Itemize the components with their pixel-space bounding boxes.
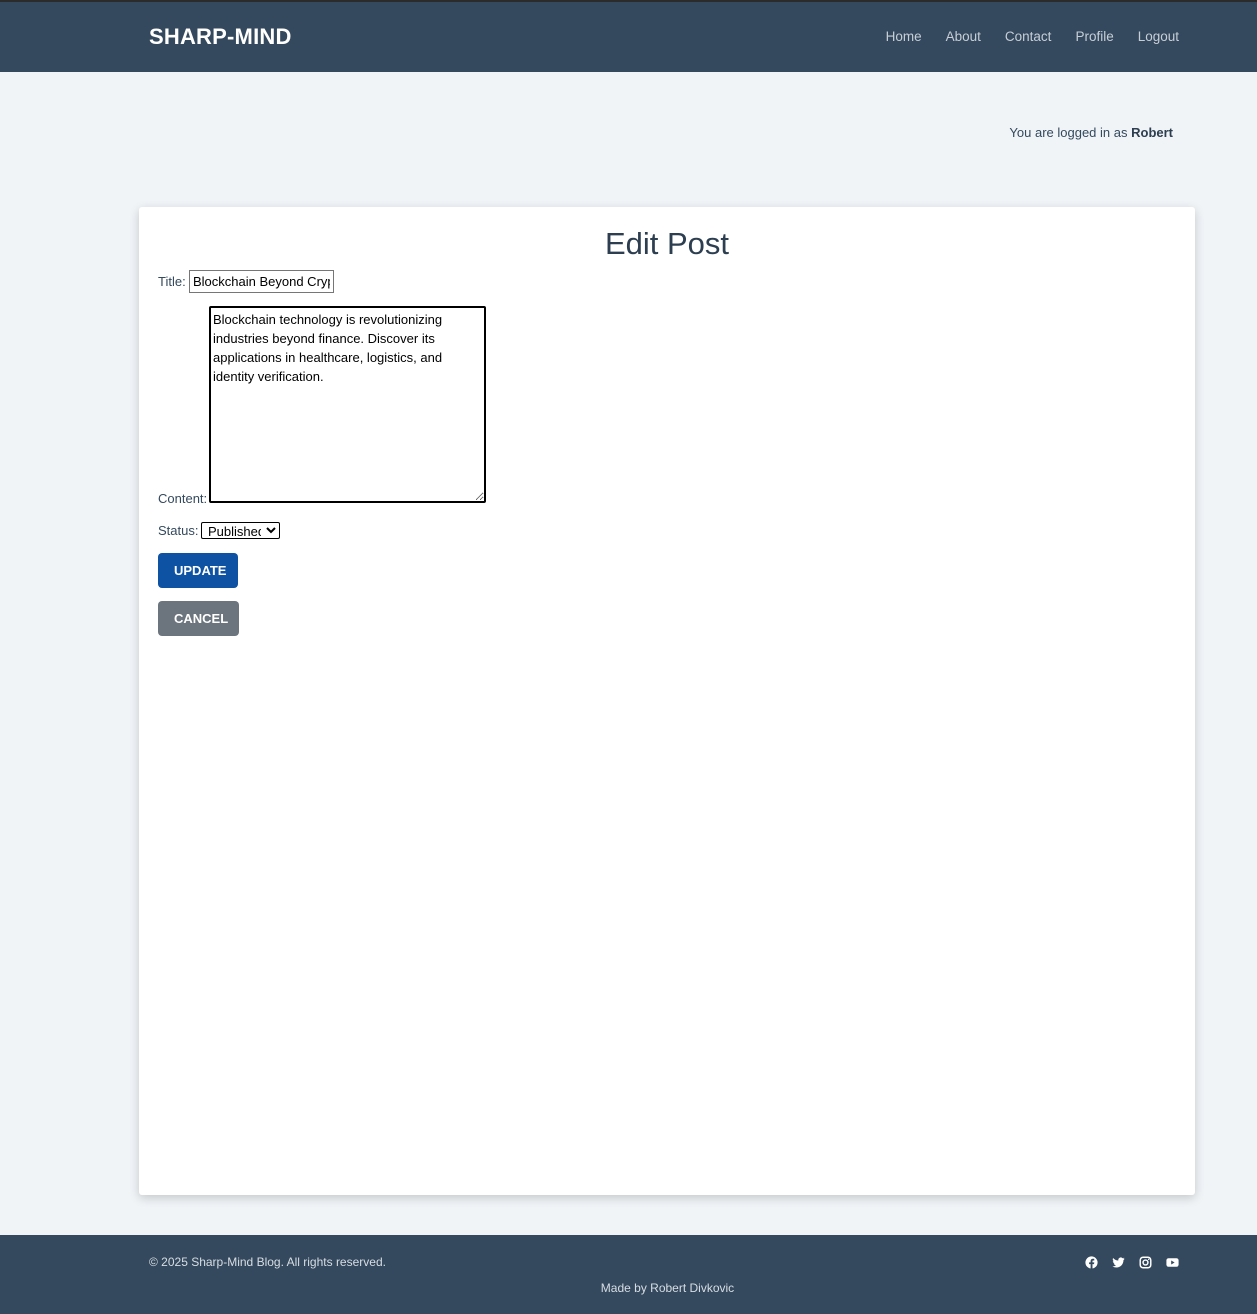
page-title: Edit Post	[604, 226, 730, 261]
nav-home-link[interactable]: Home	[886, 29, 922, 44]
nav-about-link[interactable]: About	[946, 29, 981, 44]
edit-post-card: Edit Post Title: Content: Blockchain tec…	[139, 207, 1195, 1195]
login-status: You are logged in as Robert	[1009, 125, 1173, 140]
update-button[interactable]: Update	[158, 553, 238, 588]
status-select[interactable]: Published	[201, 522, 280, 539]
brand-logo[interactable]: SHARP-MIND	[149, 24, 292, 50]
title-input[interactable]	[189, 270, 334, 293]
title-label: Title:	[158, 274, 186, 289]
content-textarea[interactable]: Blockchain technology is revolutionizing…	[209, 306, 486, 503]
content-label: Content:	[158, 491, 208, 506]
nav-logout-link[interactable]: Logout	[1138, 29, 1179, 44]
twitter-icon[interactable]	[1112, 1256, 1125, 1269]
social-links	[1085, 1256, 1179, 1269]
page-footer: © 2025 Sharp-Mind Blog. All rights reser…	[0, 1235, 1257, 1314]
main-nav: Home About Contact Profile Logout	[886, 29, 1179, 44]
nav-contact-link[interactable]: Contact	[1005, 29, 1052, 44]
instagram-icon[interactable]	[1139, 1256, 1152, 1269]
top-navbar: SHARP-MIND Home About Contact Profile Lo…	[0, 0, 1257, 72]
cancel-button[interactable]: Cancel	[158, 601, 239, 636]
facebook-icon[interactable]	[1085, 1256, 1098, 1269]
status-label: Status:	[158, 523, 199, 538]
login-username: Robert	[1131, 125, 1173, 140]
made-by-text: Made by Robert Divkovic	[600, 1281, 735, 1295]
nav-profile-link[interactable]: Profile	[1075, 29, 1113, 44]
copyright-text: © 2025 Sharp-Mind Blog. All rights reser…	[149, 1255, 386, 1269]
youtube-icon[interactable]	[1166, 1256, 1179, 1269]
login-status-prefix: You are logged in as	[1009, 125, 1128, 140]
